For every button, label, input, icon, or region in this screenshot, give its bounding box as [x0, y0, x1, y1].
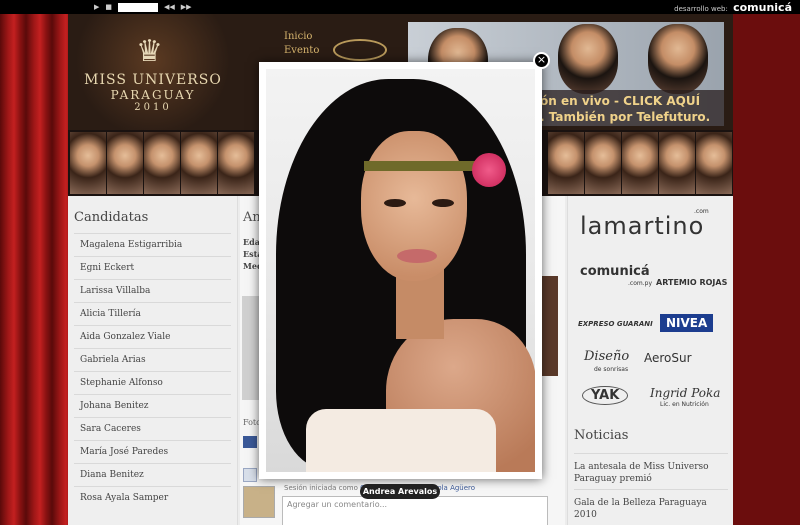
- news-section: Noticias La antesala de Miss Universo Pa…: [574, 428, 728, 525]
- candidate-link[interactable]: Alicia Tillería: [74, 302, 231, 325]
- avatar: [243, 486, 275, 518]
- like-icon[interactable]: [243, 468, 257, 482]
- curtain-left: [0, 14, 70, 525]
- player-progress-track[interactable]: [118, 2, 159, 12]
- sponsor-nivea[interactable]: NIVEA: [660, 314, 714, 332]
- candidate-thumb[interactable]: [548, 132, 584, 194]
- banner-line1: ón en vivo - CLICK AQUÍ: [540, 94, 701, 108]
- rewind-icon[interactable]: ◀◀: [164, 3, 175, 11]
- play-icon[interactable]: ▶: [94, 3, 99, 11]
- photo-headband: [364, 161, 484, 171]
- candidate-link[interactable]: Johana Benitez: [74, 394, 231, 417]
- candidate-thumb[interactable]: [659, 132, 695, 194]
- crown-icon: ♛: [136, 34, 163, 69]
- top-player-bar: ▶ ■ ◀◀ ▶▶ desarrollo web: comunicá: [0, 0, 800, 14]
- main-nav: Inicio Evento: [284, 30, 319, 58]
- candidate-thumb[interactable]: [696, 132, 732, 194]
- candidates-sidebar: Candidatas Magalena Estigarribia Egni Ec…: [68, 196, 238, 525]
- candidate-link[interactable]: Diana Benitez: [74, 463, 231, 486]
- candidate-link[interactable]: Rosa Ayala Samper: [74, 486, 231, 509]
- nav-item-evento[interactable]: Evento: [284, 44, 319, 58]
- candidate-thumb[interactable]: [585, 132, 621, 194]
- candidate-thumb[interactable]: [181, 132, 217, 194]
- news-item[interactable]: La antesala de Miss Universo Paraguay pr…: [574, 453, 728, 489]
- logo-line3: 2010: [134, 102, 172, 113]
- candidate-link[interactable]: Egni Eckert: [74, 256, 231, 279]
- candidate-link[interactable]: Magalena Estigarribia: [74, 233, 231, 256]
- developer-credit[interactable]: desarrollo web: comunicá: [674, 1, 792, 14]
- sponsor-comunica-sub: .com.py: [628, 280, 652, 287]
- photo-dress: [306, 409, 496, 472]
- sponsor-ingrid-poka[interactable]: Ingrid Poka: [650, 386, 720, 400]
- candidate-thumb[interactable]: [622, 132, 658, 194]
- photo-eye: [384, 199, 406, 207]
- globe-icon[interactable]: [333, 39, 387, 61]
- sponsor-ingrid-sub: Lic. en Nutrición: [660, 401, 709, 408]
- forward-icon[interactable]: ▶▶: [181, 3, 192, 11]
- sponsor-diseno[interactable]: Diseño: [584, 349, 629, 364]
- sponsor-yak[interactable]: YAK: [582, 386, 629, 405]
- photo-eye: [432, 199, 454, 207]
- profile-photo-edge[interactable]: [540, 276, 558, 376]
- stop-icon[interactable]: ■: [105, 3, 112, 11]
- sponsor-artemio-rojas[interactable]: ARTEMIO ROJAS: [656, 278, 727, 287]
- candidate-thumb[interactable]: [144, 132, 180, 194]
- banner-face: [648, 24, 708, 94]
- credit-brand[interactable]: comunicá: [733, 1, 792, 14]
- candidate-thumb[interactable]: [70, 132, 106, 194]
- comment-input[interactable]: Agregar un comentario...: [282, 496, 548, 525]
- candidate-thumb[interactable]: [107, 132, 143, 194]
- banner-line2: . También por Telefuturo.: [540, 110, 711, 124]
- news-item[interactable]: Gala de la Belleza Paraguaya 2010: [574, 489, 728, 525]
- credit-label: desarrollo web:: [674, 4, 728, 13]
- news-title: Noticias: [574, 428, 629, 443]
- site-logo[interactable]: ♛ MISS UNIVERSO PARAGUAY 2010: [68, 14, 238, 130]
- sponsor-lamartino[interactable]: lamartino: [580, 212, 704, 240]
- photo-lips: [397, 249, 437, 263]
- session-prefix: Sesión iniciada como: [284, 484, 358, 492]
- sponsors-sidebar: lamartino .com comunicá .com.py ARTEMIO …: [567, 196, 733, 525]
- lightbox-caption: Andrea Arevalos: [360, 484, 440, 499]
- sponsor-diseno-sub: de sonrisas: [594, 366, 629, 373]
- candidate-link[interactable]: Gabriela Arias: [74, 348, 231, 371]
- candidate-link[interactable]: María José Paredes: [74, 440, 231, 463]
- candidate-link[interactable]: Larissa Villalba: [74, 279, 231, 302]
- sponsor-comunica[interactable]: comunicá: [580, 264, 650, 279]
- lightbox-close-icon[interactable]: ×: [533, 52, 550, 69]
- nav-item-inicio[interactable]: Inicio: [284, 30, 319, 44]
- candidate-link[interactable]: Aida Gonzalez Viale: [74, 325, 231, 348]
- candidate-link[interactable]: Stephanie Alfonso: [74, 371, 231, 394]
- logo-line1: MISS UNIVERSO: [84, 72, 222, 88]
- lightbox-photo[interactable]: [266, 69, 535, 472]
- candidate-link[interactable]: Sara Caceres: [74, 417, 231, 440]
- lightbox: [259, 62, 542, 479]
- sponsor-expreso-guarani[interactable]: EXPRESO GUARANI: [578, 320, 653, 328]
- candidate-thumb[interactable]: [218, 132, 254, 194]
- photo-flower: [472, 153, 506, 187]
- banner-face: [558, 24, 618, 94]
- sponsor-lamartino-sup: .com: [694, 208, 709, 215]
- sidebar-title: Candidatas: [74, 210, 149, 225]
- sponsor-aerosur[interactable]: AeroSur: [644, 351, 692, 365]
- logo-line2: PARAGUAY: [110, 88, 196, 102]
- facebook-share-icon[interactable]: [243, 436, 257, 448]
